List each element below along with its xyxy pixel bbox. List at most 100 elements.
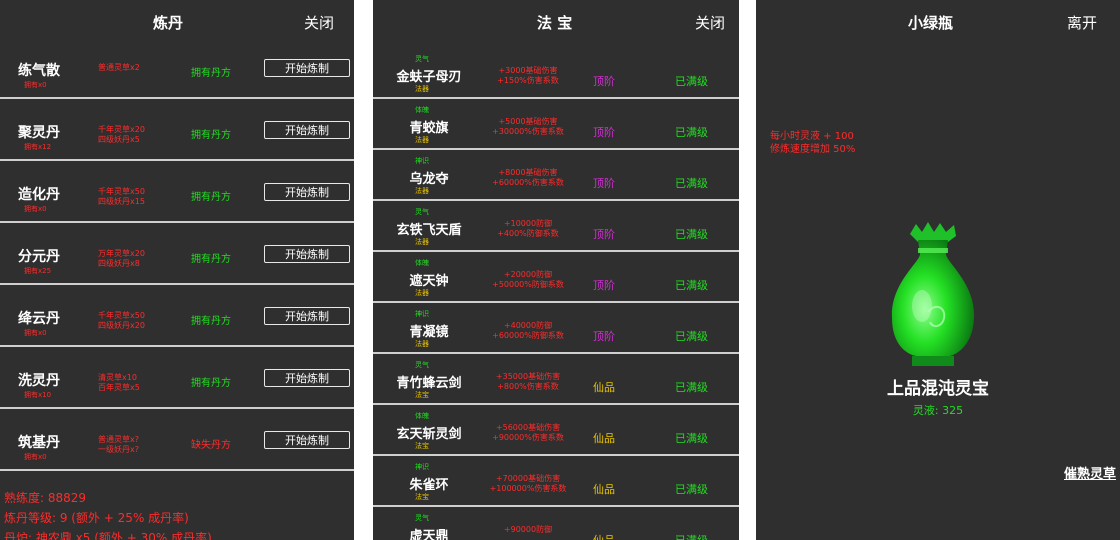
pill-materials: 普通灵草x? 一级妖丹x?: [98, 435, 188, 455]
effect-line: +60000%伤害系数: [492, 178, 564, 187]
material-line: 千年灵草x50: [98, 187, 145, 196]
effect-line: +3000基础伤害: [498, 66, 558, 75]
treasure-item-name: 青蛟旗: [409, 121, 449, 136]
treasure-row: 灵气 青竹蜂云剑 法宝 +35000基础伤害 +800%伤害系数 仙品 已满级: [373, 357, 739, 407]
material-line: 一级妖丹x?: [98, 445, 139, 454]
treasure-grade: 仙品: [593, 381, 615, 394]
treasure-title: 法 宝: [537, 14, 573, 32]
recipe-status: 拥有丹方: [191, 254, 231, 265]
effect-line: +50000%防御系数: [492, 280, 564, 289]
treasure-level-status: 已满级: [675, 483, 708, 496]
treasure-grade: 仙品: [593, 532, 615, 540]
treasure-item-name: 青竹蜂云剑: [396, 376, 462, 391]
material-line: 普通灵草x?: [98, 435, 139, 444]
effect-line: +100000%伤害系数: [489, 484, 567, 493]
treasure-item-name: 虚天鼎: [409, 529, 449, 540]
treasure-grade: 顶阶: [593, 228, 615, 241]
pill-owned-count: 拥有x0: [24, 205, 47, 213]
start-refine-button[interactable]: 开始炼制: [264, 121, 350, 139]
treasure-effects: +90000防御: [478, 525, 578, 535]
effect-line: +5000基础伤害: [498, 117, 558, 126]
treasure-effects: +70000基础伤害 +100000%伤害系数: [478, 474, 578, 494]
bottle-title: 小绿瓶: [908, 14, 954, 32]
pill-materials: 千年灵草x50 四级妖丹x15: [98, 187, 188, 207]
material-line: 四级妖丹x20: [98, 321, 145, 330]
row-divider: [0, 407, 354, 409]
treasure-grade: 顶阶: [593, 279, 615, 292]
treasure-row: 神识 青凝镜 法器 +40000防御 +60000%防御系数 顶阶 已满级: [373, 306, 739, 356]
treasure-attribute-tag: 灵气: [415, 361, 429, 369]
pill-materials: 千年灵草x20 四级妖丹x5: [98, 125, 188, 145]
treasure-grade: 顶阶: [593, 75, 615, 88]
treasure-attribute-tag: 体魄: [415, 106, 429, 114]
alchemy-stats: 熟练度: 88829 炼丹等级: 9 (额外 + 25% 成丹率) 丹炉: 神农…: [4, 488, 212, 540]
treasure-name: 上品混沌灵宝: [887, 379, 989, 399]
treasure-effects: +40000防御 +60000%防御系数: [478, 321, 578, 341]
recipe-status: 拥有丹方: [191, 68, 231, 79]
row-divider: [373, 148, 739, 150]
treasure-level-status: 已满级: [675, 279, 708, 292]
treasure-attribute-tag: 灵气: [415, 514, 429, 522]
treasure-attribute-tag: 体魄: [415, 259, 429, 267]
recipe-status: 缺失丹方: [191, 440, 231, 451]
start-refine-button[interactable]: 开始炼制: [264, 59, 350, 77]
start-refine-button[interactable]: 开始炼制: [264, 183, 350, 201]
row-divider: [373, 352, 739, 354]
pill-materials: 清灵草x10 百年灵草x5: [98, 373, 188, 393]
treasure-row: 神识 乌龙夺 法器 +8000基础伤害 +60000%伤害系数 顶阶 已满级: [373, 153, 739, 203]
row-divider: [0, 221, 354, 223]
treasure-item-name: 遮天钟: [409, 274, 449, 289]
effect-line: +10000防御: [503, 219, 553, 228]
pill-name: 分元丹: [18, 249, 60, 265]
row-divider: [373, 505, 739, 507]
alchemy-panel: 炼丹 关闭 练气散 拥有x0 普通灵草x2 拥有丹方 开始炼制 聚灵丹 拥有x12 千年灵草x…: [0, 0, 354, 540]
treasure-close-button[interactable]: 关闭: [695, 12, 725, 33]
start-refine-button[interactable]: 开始炼制: [264, 307, 350, 325]
start-refine-button[interactable]: 开始炼制: [264, 245, 350, 263]
treasure-row: 灵气 玄铁飞天盾 法器 +10000防御 +400%防御系数 顶阶 已满级: [373, 204, 739, 254]
pill-name: 洗灵丹: [18, 373, 60, 389]
liquid-amount: 灵液: 325: [912, 404, 964, 417]
treasure-attribute-tag: 神识: [415, 463, 429, 471]
treasure-level-status: 已满级: [675, 126, 708, 139]
bottle-panel: 小绿瓶 离开 每小时灵液 + 100 修炼速度增加 50% 上品混沌灵宝 灵液:…: [756, 0, 1120, 540]
effect-line: +150%伤害系数: [497, 76, 559, 85]
treasure-panel: 法 宝 关闭 灵气 金蚨子母刃 法器 +3000基础伤害 +150%伤害系数 顶阶 已满级体…: [373, 0, 739, 540]
ripen-herb-button[interactable]: 催熟灵草: [1064, 463, 1116, 482]
material-line: 四级妖丹x5: [98, 135, 140, 144]
pill-name: 练气散: [18, 63, 60, 79]
row-divider: [373, 301, 739, 303]
effect-line: +90000%伤害系数: [492, 433, 564, 442]
treasure-class: 法器: [415, 85, 429, 93]
treasure-level-status: 已满级: [675, 330, 708, 343]
treasure-class: 法器: [415, 238, 429, 246]
treasure-row: 灵气虚天鼎法宝+90000防御仙品已满级: [373, 510, 739, 540]
material-line: 百年灵草x5: [98, 383, 140, 392]
treasure-item-name: 青凝镜: [409, 325, 449, 340]
material-line: 四级妖丹x8: [98, 259, 140, 268]
treasure-grade: 仙品: [593, 483, 615, 496]
effect-line: +56000基础伤害: [495, 423, 561, 432]
furnace-text: 丹炉: 神农鼎 x5 (额外 + 30% 成丹率): [4, 531, 212, 540]
treasure-class: 法器: [415, 289, 429, 297]
treasure-class: 法器: [415, 187, 429, 195]
start-refine-button[interactable]: 开始炼制: [264, 369, 350, 387]
treasure-attribute-tag: 神识: [415, 310, 429, 318]
bottle-leave-button[interactable]: 离开: [1067, 12, 1097, 33]
material-line: 万年灵草x20: [98, 249, 145, 258]
row-divider: [0, 345, 354, 347]
treasure-item-name: 乌龙夺: [409, 172, 449, 187]
alchemy-close-button[interactable]: 关闭: [304, 12, 334, 33]
recipe-status: 拥有丹方: [191, 316, 231, 327]
pill-materials: 普通灵草x2: [98, 63, 188, 73]
bonus-speed-text: 修炼速度增加 50%: [770, 144, 856, 155]
effect-line: +400%防御系数: [497, 229, 559, 238]
treasure-class: 法器: [415, 136, 429, 144]
treasure-row: 灵气 金蚨子母刃 法器 +3000基础伤害 +150%伤害系数 顶阶 已满级: [373, 51, 739, 101]
alchemy-level-text: 炼丹等级: 9 (额外 + 25% 成丹率): [4, 511, 189, 525]
pill-owned-count: 拥有x0: [24, 453, 47, 461]
row-divider: [373, 403, 739, 405]
pill-owned-count: 拥有x0: [24, 81, 47, 89]
start-refine-button[interactable]: 开始炼制: [264, 431, 350, 449]
treasure-class: 法宝: [415, 493, 429, 501]
